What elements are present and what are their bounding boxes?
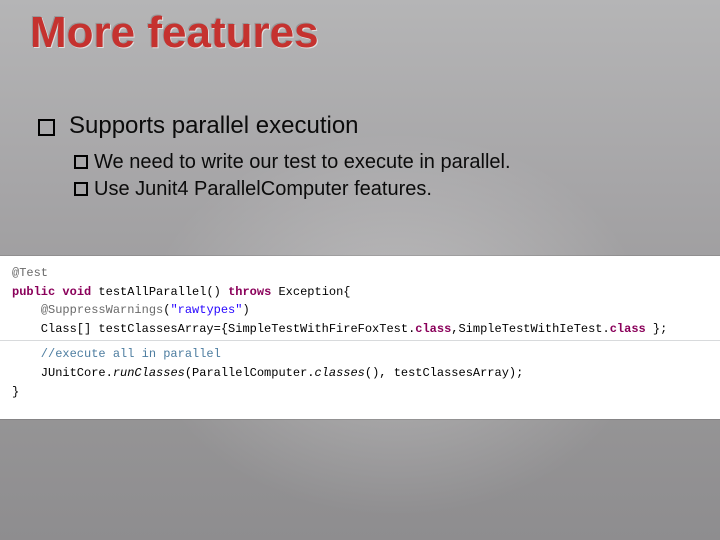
- code-token: @Test: [12, 266, 48, 280]
- code-token: [12, 303, 41, 317]
- bullet-level1-text: Supports parallel execution: [69, 112, 359, 141]
- code-token: (), testClassesArray);: [365, 366, 523, 380]
- bullet-level2a-text: We need to write our test to execute in …: [94, 149, 511, 176]
- code-snippet: @Test public void testAllParallel() thro…: [0, 256, 720, 419]
- square-bullet-icon: [74, 182, 88, 196]
- code-token: (ParallelComputer.: [185, 366, 315, 380]
- code-token: };: [646, 322, 668, 336]
- code-token: testAllParallel(): [91, 285, 228, 299]
- code-token: }: [12, 385, 19, 399]
- code-token: runClasses: [113, 366, 185, 380]
- bullet-level2: We need to write our test to execute in …: [74, 149, 678, 176]
- code-token: Exception{: [271, 285, 350, 299]
- code-token: ): [242, 303, 249, 317]
- square-bullet-icon: [74, 155, 88, 169]
- code-token: @SuppressWarnings: [41, 303, 163, 317]
- code-token: ,SimpleTestWithIeTest.: [451, 322, 609, 336]
- code-token: class: [610, 322, 646, 336]
- code-token: "rawtypes": [170, 303, 242, 317]
- bullet-level2: Use Junit4 ParallelComputer features.: [74, 176, 678, 203]
- divider: [0, 340, 720, 341]
- code-token: Class[] testClassesArray={SimpleTestWith…: [12, 322, 415, 336]
- bullet-level2b-text: Use Junit4 ParallelComputer features.: [94, 176, 432, 203]
- code-token: //execute all in parallel: [12, 347, 221, 361]
- slide-title: More features: [30, 8, 319, 58]
- code-token: public: [12, 285, 55, 299]
- code-token: void: [62, 285, 91, 299]
- bullet-level1: Supports parallel execution: [38, 112, 678, 141]
- bullet-list: Supports parallel execution We need to w…: [38, 112, 678, 203]
- code-token: class: [415, 322, 451, 336]
- square-bullet-icon: [38, 119, 55, 136]
- code-token: JUnitCore.: [12, 366, 113, 380]
- code-token: classes: [314, 366, 364, 380]
- slide: More features Supports parallel executio…: [0, 0, 720, 540]
- code-token: throws: [228, 285, 271, 299]
